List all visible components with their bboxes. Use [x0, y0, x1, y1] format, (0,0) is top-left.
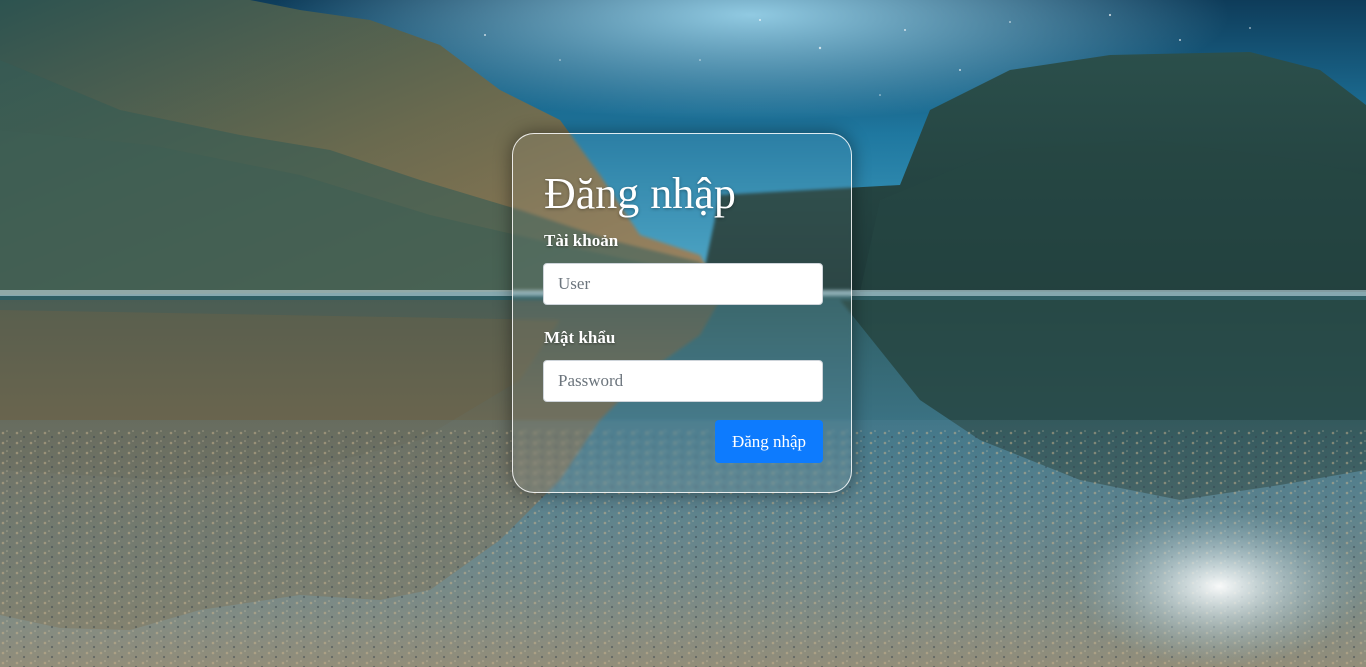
password-label: Mật khẩu	[544, 328, 616, 347]
login-title: Đăng nhập	[544, 169, 736, 218]
username-label: Tài khoản	[544, 231, 619, 250]
password-input[interactable]	[543, 360, 823, 402]
login-card: Đăng nhập Tài khoản Mật khẩu Đăng nhập	[512, 133, 852, 493]
login-button[interactable]: Đăng nhập	[715, 420, 823, 463]
username-input[interactable]	[543, 263, 823, 305]
